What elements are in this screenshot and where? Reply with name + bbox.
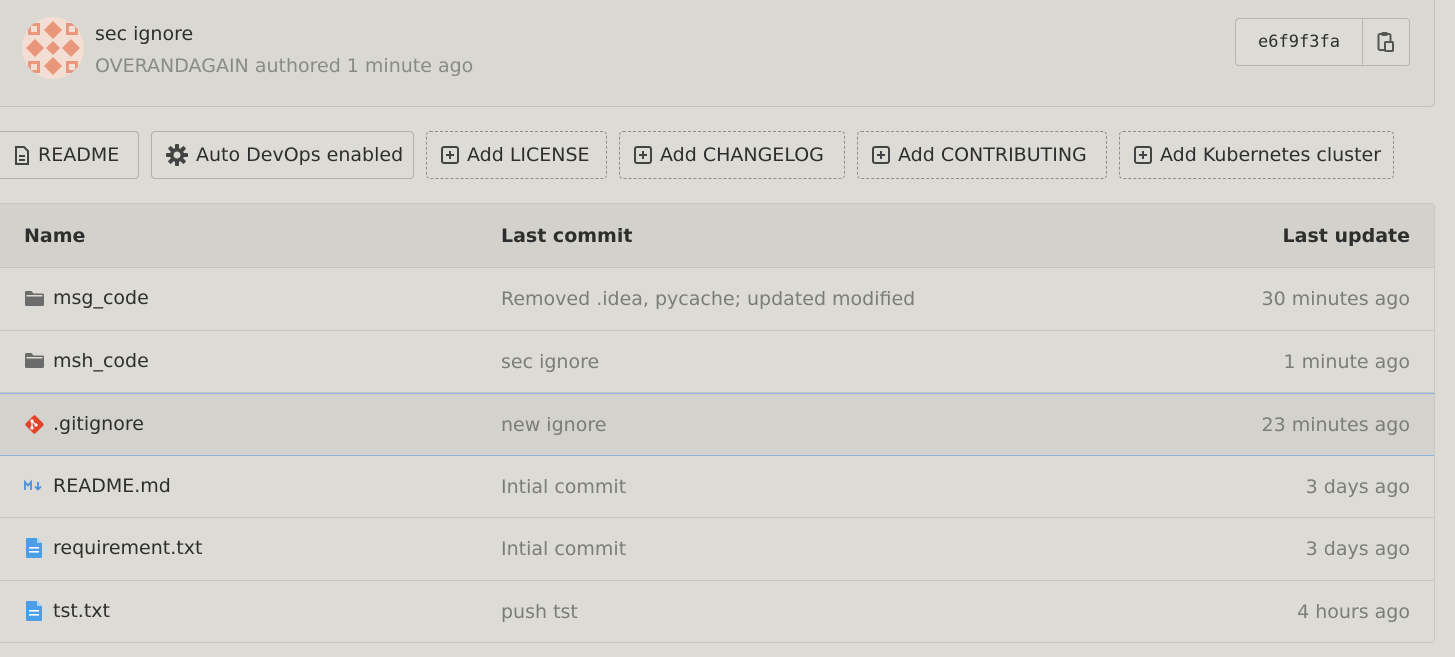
file-icon bbox=[15, 145, 29, 165]
file-tree-table: Name Last commit Last update msg_code Re… bbox=[0, 203, 1435, 643]
last-update-time: 23 minutes ago bbox=[1261, 414, 1411, 437]
file-name-cell[interactable]: README.md bbox=[24, 475, 171, 497]
column-header-last-update: Last update bbox=[1282, 225, 1410, 247]
last-commit-message[interactable]: sec ignore bbox=[501, 351, 599, 373]
text-file-icon bbox=[26, 538, 42, 559]
last-update-time: 1 minute ago bbox=[1283, 350, 1410, 373]
last-update-time: 30 minutes ago bbox=[1261, 288, 1411, 310]
readme-button-label: README bbox=[38, 144, 120, 166]
commit-title[interactable]: sec ignore bbox=[95, 23, 193, 45]
auto-devops-button[interactable]: Auto DevOps enabled bbox=[151, 131, 414, 179]
git-icon bbox=[25, 415, 44, 434]
last-update-time: 3 days ago bbox=[1305, 475, 1410, 498]
add-changelog-label: Add CHANGELOG bbox=[660, 144, 824, 166]
commit-meta: OVERANDAGAIN authored 1 minute ago bbox=[95, 55, 473, 77]
last-update-time: 3 days ago bbox=[1305, 538, 1410, 561]
commit-author[interactable]: OVERANDAGAIN bbox=[95, 55, 249, 77]
last-commit-panel: sec ignore OVERANDAGAIN authored 1 minut… bbox=[0, 0, 1435, 107]
last-update-time: 4 hours ago bbox=[1297, 600, 1410, 623]
table-row[interactable]: requirement.txt Intial commit 3 days ago bbox=[0, 518, 1434, 581]
last-commit-message[interactable]: Removed .idea, pycache; updated modified bbox=[501, 288, 915, 310]
file-name[interactable]: msg_code bbox=[53, 287, 149, 309]
commit-authored-time: authored 1 minute ago bbox=[254, 55, 474, 77]
commit-sha[interactable]: e6f9f3fa bbox=[1236, 19, 1363, 65]
table-row[interactable]: msh_code sec ignore 1 minute ago bbox=[0, 331, 1434, 394]
add-changelog-button[interactable]: Add CHANGELOG bbox=[619, 131, 845, 179]
add-license-button[interactable]: Add LICENSE bbox=[426, 131, 607, 179]
folder-icon bbox=[25, 353, 44, 369]
last-commit-message[interactable]: new ignore bbox=[501, 414, 606, 436]
last-commit-message[interactable]: Intial commit bbox=[501, 538, 626, 560]
plus-square-icon bbox=[441, 146, 459, 164]
last-commit-message[interactable]: Intial commit bbox=[501, 476, 626, 498]
markdown-icon bbox=[24, 479, 42, 491]
file-name-cell[interactable]: msg_code bbox=[24, 287, 149, 309]
file-name[interactable]: msh_code bbox=[53, 350, 149, 372]
gear-icon bbox=[166, 144, 188, 166]
table-header: Name Last commit Last update bbox=[0, 204, 1434, 268]
file-name-cell[interactable]: tst.txt bbox=[24, 600, 110, 622]
table-row[interactable]: .gitignore new ignore 23 minutes ago bbox=[0, 393, 1434, 456]
add-kubernetes-cluster-label: Add Kubernetes cluster bbox=[1160, 144, 1382, 166]
folder-icon bbox=[25, 290, 44, 306]
add-kubernetes-cluster-button[interactable]: Add Kubernetes cluster bbox=[1119, 131, 1394, 179]
table-row[interactable]: README.md Intial commit 3 days ago bbox=[0, 456, 1434, 519]
table-row[interactable]: msg_code Removed .idea, pycache; updated… bbox=[0, 268, 1434, 331]
plus-square-icon bbox=[634, 146, 652, 164]
file-name-cell[interactable]: .gitignore bbox=[24, 413, 144, 435]
column-header-name: Name bbox=[24, 225, 86, 247]
table-row[interactable]: tst.txt push tst 4 hours ago bbox=[0, 581, 1434, 642]
readme-button[interactable]: README bbox=[0, 131, 139, 179]
add-license-label: Add LICENSE bbox=[467, 144, 590, 166]
plus-square-icon bbox=[872, 146, 890, 164]
file-name-cell[interactable]: requirement.txt bbox=[24, 537, 202, 559]
file-name-cell[interactable]: msh_code bbox=[24, 350, 149, 372]
add-contributing-button[interactable]: Add CONTRIBUTING bbox=[857, 131, 1107, 179]
text-file-icon bbox=[26, 600, 42, 621]
file-name[interactable]: README.md bbox=[53, 475, 171, 497]
last-commit-message[interactable]: push tst bbox=[501, 601, 578, 623]
auto-devops-button-label: Auto DevOps enabled bbox=[196, 144, 404, 166]
commit-sha-group: e6f9f3fa bbox=[1235, 18, 1410, 66]
file-name[interactable]: requirement.txt bbox=[53, 537, 202, 559]
add-contributing-label: Add CONTRIBUTING bbox=[898, 144, 1087, 166]
copy-sha-button[interactable] bbox=[1363, 19, 1409, 65]
avatar[interactable] bbox=[22, 17, 84, 79]
column-header-last-commit: Last commit bbox=[501, 225, 633, 247]
plus-square-icon bbox=[1134, 146, 1152, 164]
clipboard-icon bbox=[1377, 32, 1394, 52]
file-name[interactable]: tst.txt bbox=[53, 600, 110, 622]
file-name[interactable]: .gitignore bbox=[53, 413, 144, 435]
